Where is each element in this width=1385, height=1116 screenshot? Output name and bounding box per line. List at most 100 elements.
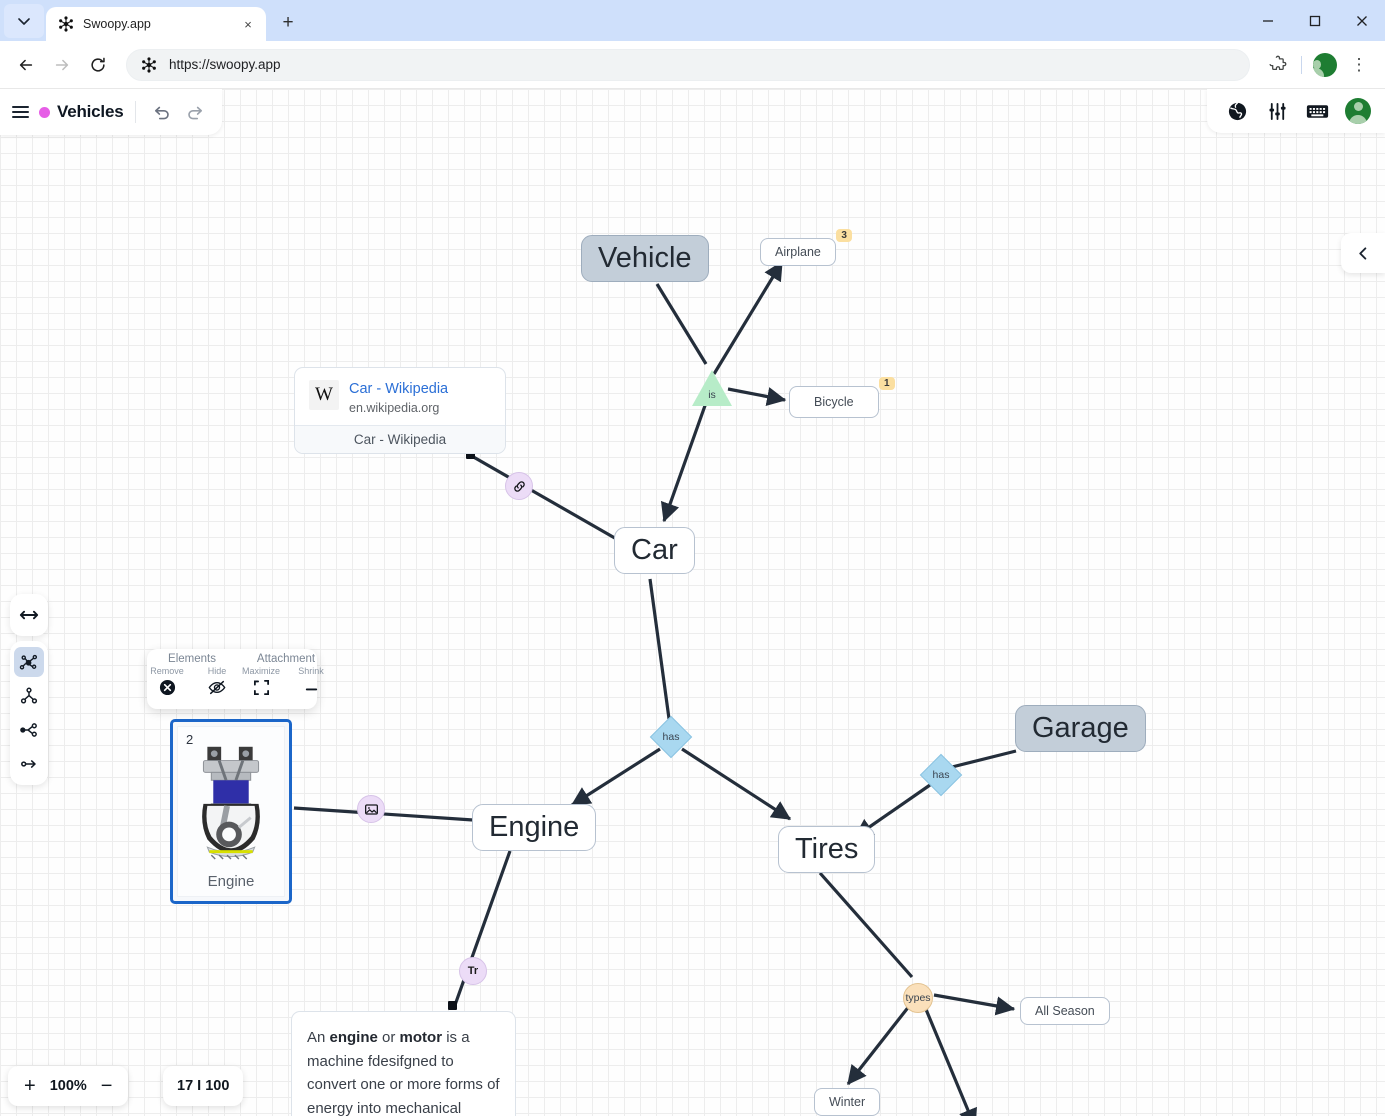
new-tab-button[interactable]: + (274, 9, 302, 37)
canvas-rail-resize (10, 594, 48, 636)
swoopy-logo-icon (142, 56, 156, 73)
edge-is-car (660, 399, 709, 523)
user-avatar[interactable] (1345, 98, 1371, 124)
window-controls (1244, 0, 1385, 41)
eye-off-icon (208, 678, 226, 696)
address-bar-url: https://swoopy.app (169, 57, 281, 72)
graph-node-winter[interactable]: Winter (814, 1088, 881, 1116)
graph-node-airplane[interactable]: Airplane 3 (760, 229, 852, 266)
desc-text-before: An (307, 1029, 330, 1046)
arrows-horizontal-icon[interactable] (14, 600, 44, 630)
profile-avatar (1313, 52, 1337, 77)
context-group-title: Elements (168, 653, 216, 665)
graph-connector-has-garage[interactable]: has (919, 753, 963, 797)
globe-icon[interactable] (1225, 99, 1249, 123)
graph-canvas[interactable]: Vehicle Airplane 3 Bicycle 1 Car Garage … (0, 89, 1385, 1116)
text-icon[interactable]: Tr (459, 957, 487, 985)
tab-search-button[interactable] (4, 4, 44, 38)
redo-button[interactable] (182, 99, 208, 125)
zoom-control: + 100% − (8, 1066, 129, 1106)
image-icon[interactable] (357, 795, 385, 823)
graph-node-vehicle[interactable]: Vehicle (581, 235, 709, 282)
node-arrow-glyph-icon (21, 760, 36, 768)
canvas-rail-layouts (10, 641, 48, 785)
wikipedia-attachment-card[interactable]: W Car - Wikipedia en.wikipedia.org Car -… (294, 367, 506, 455)
graph-node-engine[interactable]: Engine (472, 804, 597, 851)
circle-shape (903, 983, 933, 1013)
maximize-icon (1309, 15, 1320, 26)
window-close-button[interactable] (1338, 0, 1385, 41)
link-glyph-icon (513, 480, 525, 492)
element-counter[interactable]: 17 I 100 (163, 1066, 244, 1106)
context-group-title: Attachment (256, 653, 316, 665)
project-name: Vehicles (57, 102, 124, 121)
zoom-level: 100% (49, 1078, 87, 1094)
node-label: Tires (795, 833, 859, 865)
node-label: Car (631, 534, 678, 566)
back-button[interactable] (10, 49, 42, 81)
node-arrow-icon[interactable] (14, 749, 44, 779)
graph-node-all-season[interactable]: All Season (1020, 997, 1110, 1025)
edge-tires-types (818, 871, 914, 979)
share-nodes-icon[interactable] (14, 715, 44, 745)
node-label: Airplane (775, 245, 821, 259)
window-minimize-button[interactable] (1244, 0, 1291, 41)
app-header-actions (1207, 89, 1385, 133)
project-color-dot (39, 106, 50, 118)
graph-connector-types[interactable]: types (903, 983, 933, 1013)
edge-types-allseason (933, 993, 1016, 1016)
image-card-caption: Engine (207, 873, 255, 890)
graph-node-tires[interactable]: Tires (778, 826, 876, 873)
wikipedia-link-title[interactable]: Car - Wikipedia (349, 380, 448, 398)
forward-button[interactable] (46, 49, 78, 81)
globe-glyph-icon (1228, 101, 1246, 120)
hierarchy-icon[interactable] (14, 681, 44, 711)
graph-network-icon[interactable] (14, 647, 44, 677)
context-group-attachment: Attachment Maximize Shrink (241, 653, 331, 707)
node-label: Winter (829, 1095, 866, 1109)
engine-image-attachment-card[interactable]: 2 Engine (170, 719, 292, 904)
edge-has1-engine (570, 747, 661, 807)
address-bar[interactable]: https://swoopy.app (126, 48, 1250, 81)
shrink-attachment-button[interactable]: Shrink (291, 666, 331, 696)
wikipedia-card-body: W Car - Wikipedia en.wikipedia.org (295, 368, 505, 425)
browser-toolbar-actions: ⋮ (1262, 49, 1375, 81)
action-label: Remove (150, 666, 184, 676)
zoom-out-button[interactable]: − (101, 1076, 113, 1096)
tab-close-button[interactable]: × (238, 14, 258, 34)
zoom-in-button[interactable]: + (24, 1076, 36, 1096)
reload-icon (91, 57, 105, 72)
graph-connector-is[interactable]: is (692, 370, 732, 406)
edge-is-airplane (712, 260, 784, 375)
graph-node-garage[interactable]: Garage (1015, 705, 1146, 752)
reload-button[interactable] (82, 49, 114, 81)
edge-car-has1 (648, 578, 672, 727)
graph-node-car[interactable]: Car (614, 527, 695, 574)
collapse-panel-button[interactable] (1341, 233, 1385, 273)
maximize-attachment-button[interactable]: Maximize (241, 666, 281, 696)
keyboard-icon[interactable] (1305, 99, 1329, 123)
hamburger-icon[interactable] (12, 106, 29, 118)
link-icon[interactable] (505, 472, 533, 500)
browser-tab[interactable]: Swoopy.app × (46, 7, 266, 41)
hide-element-button[interactable]: Hide (197, 666, 237, 696)
undo-redo-group (148, 99, 208, 125)
graph-network-glyph-icon (19, 654, 38, 670)
undo-button[interactable] (148, 99, 174, 125)
profile-button[interactable] (1309, 49, 1341, 81)
header-divider (135, 101, 137, 123)
description-attachment-card[interactable]: An engine or motor is a machine fdesifgn… (291, 1011, 516, 1116)
text-glyph: Tr (467, 965, 479, 977)
remove-element-button[interactable]: Remove (147, 666, 187, 696)
extensions-button[interactable] (1262, 49, 1294, 81)
desc-bold-engine: engine (329, 1029, 378, 1046)
graph-node-bicycle[interactable]: Bicycle 1 (789, 377, 895, 418)
window-maximize-button[interactable] (1291, 0, 1338, 41)
sliders-icon[interactable] (1265, 99, 1289, 123)
browser-menu-button[interactable]: ⋮ (1343, 49, 1375, 81)
engine-diagram-icon (202, 746, 260, 860)
swoopy-logo-icon (59, 16, 73, 32)
project-indicator[interactable]: Vehicles (39, 102, 124, 122)
graph-connector-has-car[interactable]: has (649, 715, 693, 759)
toolbar-divider (1301, 55, 1302, 74)
